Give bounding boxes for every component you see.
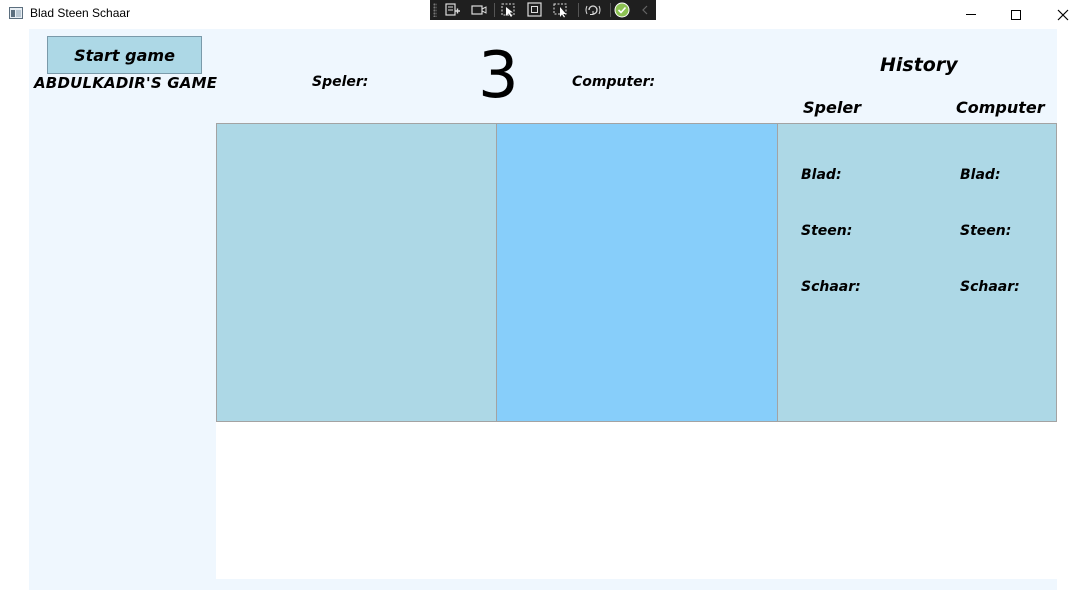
result-area [216, 422, 1057, 579]
history-player-steen: Steen: [801, 223, 853, 239]
maximize-icon [1011, 9, 1021, 20]
maximize-button[interactable] [993, 0, 1039, 29]
history-player-blad: Blad: [801, 167, 842, 183]
computer-choice-panel [496, 123, 778, 422]
video-camera-icon[interactable] [470, 2, 488, 18]
history-computer-header: Computer [956, 98, 1045, 117]
app-icon [9, 7, 23, 19]
minimize-icon [966, 14, 976, 15]
countdown-display: 3 [478, 39, 519, 113]
game-title: ABDULKADIR'S GAME [34, 74, 218, 92]
debug-toolbar [430, 0, 656, 20]
close-button[interactable] [1040, 0, 1086, 29]
hot-reload-icon[interactable] [584, 2, 602, 18]
close-icon [1057, 9, 1069, 20]
binding-failures-check-icon[interactable] [613, 2, 631, 18]
computer-label: Computer: [572, 74, 656, 90]
history-title: History [880, 54, 958, 76]
history-player-header: Speler [803, 98, 862, 117]
live-visual-tree-icon[interactable] [444, 2, 462, 18]
toolbar-grip-icon[interactable] [433, 3, 437, 17]
collapse-toolbar-icon[interactable] [636, 2, 654, 18]
player-label: Speler: [312, 74, 369, 90]
select-element-icon[interactable] [500, 2, 518, 18]
minimize-button[interactable] [948, 0, 994, 29]
show-layout-adorners-icon[interactable] [526, 2, 544, 18]
window-title: Blad Steen Schaar [30, 6, 131, 20]
history-player-schaar: Schaar: [801, 279, 861, 295]
history-computer-blad: Blad: [960, 167, 1001, 183]
history-computer-schaar: Schaar: [960, 279, 1020, 295]
track-focus-icon[interactable] [552, 2, 570, 18]
history-computer-steen: Steen: [960, 223, 1012, 239]
player-choice-panel [216, 123, 497, 422]
start-game-button[interactable]: Start game [47, 36, 202, 74]
